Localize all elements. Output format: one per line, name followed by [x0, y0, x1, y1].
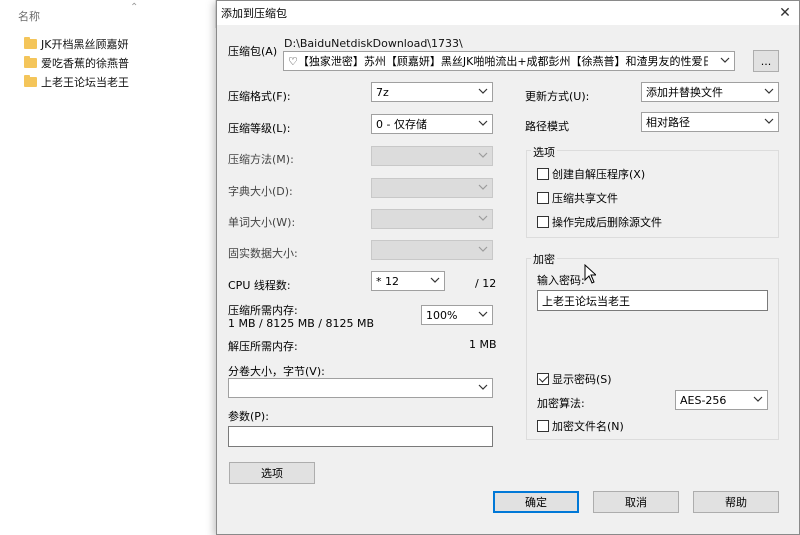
word-label: 单词大小(W): [228, 216, 296, 229]
update-value: 添加并替换文件 [646, 86, 723, 99]
delete-after-checkbox[interactable]: 操作完成后删除源文件 [537, 214, 662, 230]
algorithm-select[interactable]: AES-256 [675, 390, 768, 410]
checkbox-box [537, 168, 549, 180]
level-value: 0 - 仅存储 [376, 118, 427, 131]
password-input[interactable]: 上老王论坛当老王 [537, 290, 768, 311]
chevron-down-icon [478, 215, 488, 221]
dict-select[interactable] [371, 178, 493, 198]
dialog-title: 添加到压缩包 [221, 7, 287, 20]
mem-decompress-label: 解压所需内存: [228, 340, 298, 353]
chevron-down-icon [478, 311, 488, 317]
chevron-down-icon [764, 88, 774, 94]
sfx-label: 创建自解压程序(X) [552, 168, 646, 181]
folder-icon [24, 36, 37, 49]
update-select[interactable]: 添加并替换文件 [641, 82, 779, 102]
cpu-label: CPU 线程数: [228, 279, 291, 292]
options-group-title: 选项 [531, 144, 557, 160]
method-label: 压缩方法(M): [228, 153, 294, 166]
mem-decompress-value: 1 MB [469, 338, 497, 351]
word-select[interactable] [371, 209, 493, 229]
algorithm-label: 加密算法: [537, 397, 585, 410]
file-list: JK开档黑丝顾嘉妍 爱吃香蕉的徐燕普 上老王论坛当老王 [24, 34, 129, 91]
format-label: 压缩格式(F): [228, 90, 291, 103]
chevron-up-icon[interactable]: ⌃ [130, 2, 138, 13]
encryption-group-title: 加密 [531, 251, 557, 267]
list-item[interactable]: 爱吃香蕉的徐燕普 [24, 53, 129, 72]
checkbox-box [537, 420, 549, 432]
params-input[interactable] [228, 426, 493, 447]
encrypt-names-label: 加密文件名(N) [552, 420, 624, 433]
chevron-down-icon [478, 152, 488, 158]
chevron-down-icon [753, 396, 763, 402]
mem-percent-select[interactable]: 100% [421, 305, 493, 325]
shared-files-label: 压缩共享文件 [552, 192, 618, 205]
archive-name-value: ♡【独家泄密】苏州【顾嘉妍】黑丝JK啪啪流出+成都彭州【徐燕普】和渣男友的性爱日… [288, 55, 708, 68]
path-mode-label: 路径模式 [525, 120, 569, 133]
solid-select[interactable] [371, 240, 493, 260]
cancel-button[interactable]: 取消 [593, 491, 679, 513]
format-select[interactable]: 7z [371, 82, 493, 102]
checkbox-box [537, 216, 549, 228]
close-icon[interactable]: ✕ [771, 2, 799, 24]
dict-label: 字典大小(D): [228, 185, 293, 198]
cpu-max: / 12 [475, 277, 497, 290]
archive-name-combo[interactable]: ♡【独家泄密】苏州【顾嘉妍】黑丝JK啪啪流出+成都彭州【徐燕普】和渣男友的性爱日… [283, 51, 735, 71]
sfx-checkbox[interactable]: 创建自解压程序(X) [537, 166, 645, 182]
checkbox-box [537, 373, 549, 385]
level-select[interactable]: 0 - 仅存储 [371, 114, 493, 134]
chevron-down-icon [478, 246, 488, 252]
help-button[interactable]: 帮助 [693, 491, 779, 513]
title-bar[interactable]: 添加到压缩包 ✕ [217, 1, 799, 25]
chevron-down-icon [478, 120, 488, 126]
delete-after-label: 操作完成后删除源文件 [552, 216, 662, 229]
chevron-down-icon [720, 57, 730, 63]
options-button[interactable]: 选项 [229, 462, 315, 484]
volume-label: 分卷大小，字节(V): [228, 365, 325, 378]
file-name: 爱吃香蕉的徐燕普 [41, 56, 129, 70]
mem-compress-detail: 1 MB / 8125 MB / 8125 MB [228, 317, 374, 330]
show-password-label: 显示密码(S) [552, 373, 612, 386]
ok-button[interactable]: 确定 [493, 491, 579, 513]
chevron-down-icon [478, 184, 488, 190]
chevron-down-icon [764, 118, 774, 124]
chevron-down-icon [478, 384, 488, 390]
chevron-down-icon [430, 277, 440, 283]
password-label: 输入密码: [537, 274, 585, 287]
solid-label: 固实数据大小: [228, 247, 298, 260]
level-label: 压缩等级(L): [228, 122, 291, 135]
list-item[interactable]: 上老王论坛当老王 [24, 72, 129, 91]
mem-compress-label: 压缩所需内存: [228, 304, 298, 317]
volume-select[interactable] [228, 378, 493, 398]
checkbox-box [537, 192, 549, 204]
cpu-value: * 12 [376, 274, 399, 288]
list-item[interactable]: JK开档黑丝顾嘉妍 [24, 34, 129, 53]
shared-files-checkbox[interactable]: 压缩共享文件 [537, 190, 618, 206]
show-password-checkbox[interactable]: 显示密码(S) [537, 371, 612, 387]
add-to-archive-dialog: 添加到压缩包 ✕ 压缩包(A) D:\BaiduNetdiskDownload\… [216, 0, 800, 535]
archive-path: D:\BaiduNetdiskDownload\1733\ [284, 37, 463, 50]
mouse-cursor-icon [584, 264, 596, 284]
path-mode-value: 相对路径 [646, 116, 690, 129]
algorithm-value: AES-256 [680, 393, 727, 407]
path-mode-select[interactable]: 相对路径 [641, 112, 779, 132]
file-name: 上老王论坛当老王 [41, 75, 129, 89]
format-value: 7z [376, 85, 389, 99]
browse-button[interactable]: ... [753, 50, 779, 72]
file-name: JK开档黑丝顾嘉妍 [41, 37, 129, 51]
archive-label: 压缩包(A) [228, 45, 278, 58]
folder-icon [24, 74, 37, 87]
mem-percent-value: 100% [426, 308, 458, 322]
chevron-down-icon [478, 88, 488, 94]
encrypt-names-checkbox[interactable]: 加密文件名(N) [537, 418, 624, 434]
name-column-header[interactable]: 名称 [18, 8, 40, 24]
update-label: 更新方式(U): [525, 90, 590, 103]
folder-icon [24, 55, 37, 68]
params-label: 参数(P): [228, 410, 269, 423]
cpu-select[interactable]: * 12 [371, 271, 445, 291]
method-select[interactable] [371, 146, 493, 166]
